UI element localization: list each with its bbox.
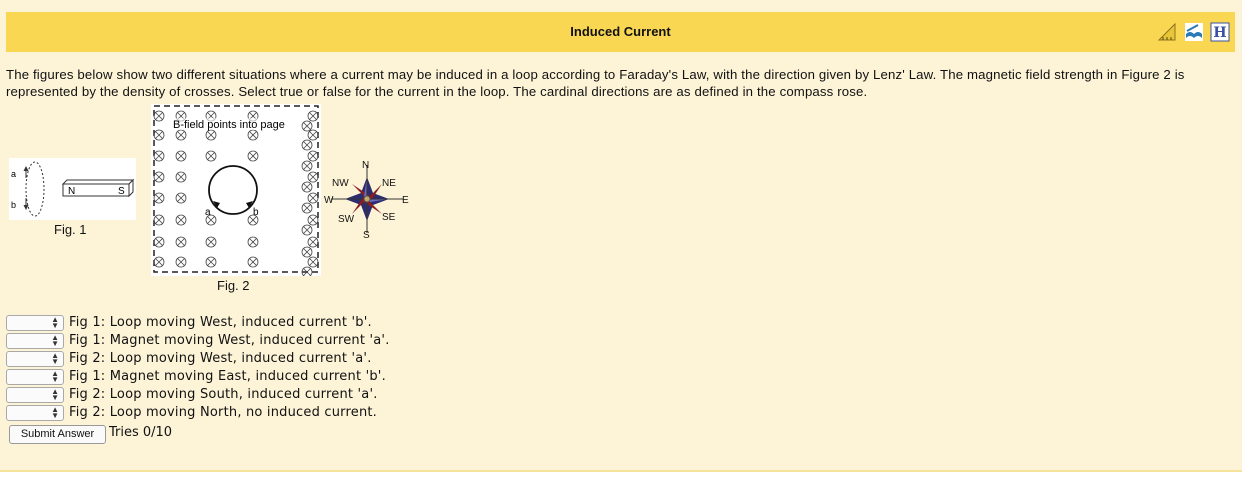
question-text: Fig 2: Loop moving North, no induced cur… (69, 405, 378, 420)
chevron-updown-icon: ▲ ▼ (51, 333, 59, 348)
figure-2: B-field points into page a b (151, 104, 321, 276)
loop-edge (25, 161, 45, 217)
bar-magnet: N S (61, 178, 135, 198)
fig1-caption: Fig. 1 (54, 222, 87, 237)
magnet-north-label: N (68, 186, 75, 197)
question-row: ▲ ▼ Fig 2: Loop moving West, induced curr… (6, 351, 406, 368)
compass-rose: N S E W NE NW SE SW (324, 160, 409, 241)
question-row: ▲ ▼ Fig 2: Loop moving North, no induced … (6, 405, 406, 422)
compass-nw: NW (332, 178, 349, 189)
svg-text:H: H (1213, 25, 1226, 41)
question-text: Fig 2: Loop moving South, induced curren… (69, 387, 378, 402)
compass-sw: SW (338, 214, 355, 225)
chevron-updown-icon: ▲ ▼ (51, 405, 59, 420)
question-text: Fig 1: Magnet moving West, induced curre… (69, 333, 390, 348)
hint-h-icon[interactable]: H (1210, 22, 1230, 42)
true-false-select[interactable]: ▲ ▼ (6, 405, 64, 421)
tries-counter: Tries 0/10 (109, 425, 173, 440)
question-text: Fig 1: Loop moving West, induced current… (69, 315, 372, 330)
arrow-up-icon (23, 166, 29, 171)
problem-statement: The figures below show two different sit… (6, 67, 1185, 99)
question-row: ▲ ▼ Fig 1: Magnet moving East, induced cu… (6, 369, 406, 386)
fig2-caption: Fig. 2 (217, 278, 250, 293)
problem-title: Induced Current (570, 24, 671, 39)
ruler-triangle-icon[interactable] (1157, 22, 1177, 42)
chevron-updown-icon: ▲ ▼ (51, 351, 59, 366)
b-field-label: B-field points into page (173, 119, 285, 131)
chevron-updown-icon: ▲ ▼ (51, 315, 59, 330)
question-text: Fig 2: Loop moving West, induced current… (69, 351, 372, 366)
header-bar: Induced Current H (6, 12, 1235, 52)
figure-1: a b N S (9, 158, 136, 220)
compass-n: N (362, 160, 369, 171)
true-false-select[interactable]: ▲ ▼ (6, 369, 64, 385)
arrow-down-icon (23, 205, 29, 210)
question-row: ▲ ▼ Fig 2: Loop moving South, induced cur… (6, 387, 406, 404)
compass-w: W (324, 195, 334, 206)
question-row: ▲ ▼ Fig 1: Magnet moving West, induced cu… (6, 333, 406, 350)
submit-answer-button[interactable]: Submit Answer (9, 425, 106, 444)
question-row: ▲ ▼ Fig 1: Loop moving West, induced curr… (6, 315, 406, 332)
compass-e: E (402, 195, 409, 206)
compass-ne: NE (382, 178, 396, 189)
fig1-label-b: b (11, 200, 16, 210)
question-text: Fig 1: Magnet moving East, induced curre… (69, 369, 386, 384)
compass-se: SE (382, 212, 396, 223)
true-false-select[interactable]: ▲ ▼ (6, 333, 64, 349)
problem-panel: Induced Current H The figures below show… (0, 0, 1242, 472)
fig2-label-a: a (205, 207, 211, 218)
true-false-select[interactable]: ▲ ▼ (6, 387, 64, 403)
compass-s: S (363, 230, 370, 241)
book-icon[interactable] (1184, 22, 1204, 42)
chevron-updown-icon: ▲ ▼ (51, 387, 59, 402)
true-false-select[interactable]: ▲ ▼ (6, 351, 64, 367)
magnet-south-label: S (118, 186, 125, 197)
fig1-label-a: a (11, 169, 16, 179)
true-false-select[interactable]: ▲ ▼ (6, 315, 64, 331)
fig2-label-b: b (253, 207, 259, 218)
chevron-updown-icon: ▲ ▼ (51, 369, 59, 384)
